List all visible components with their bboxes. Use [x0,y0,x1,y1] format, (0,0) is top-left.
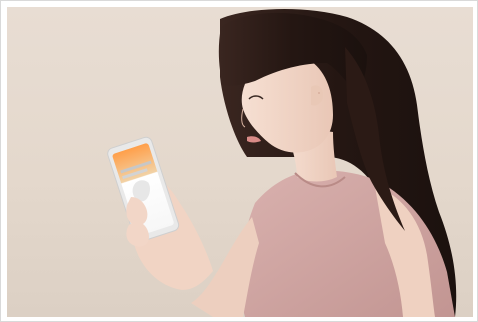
photo-background [7,7,473,317]
photo-illustration [107,9,457,317]
image-frame [0,0,478,322]
